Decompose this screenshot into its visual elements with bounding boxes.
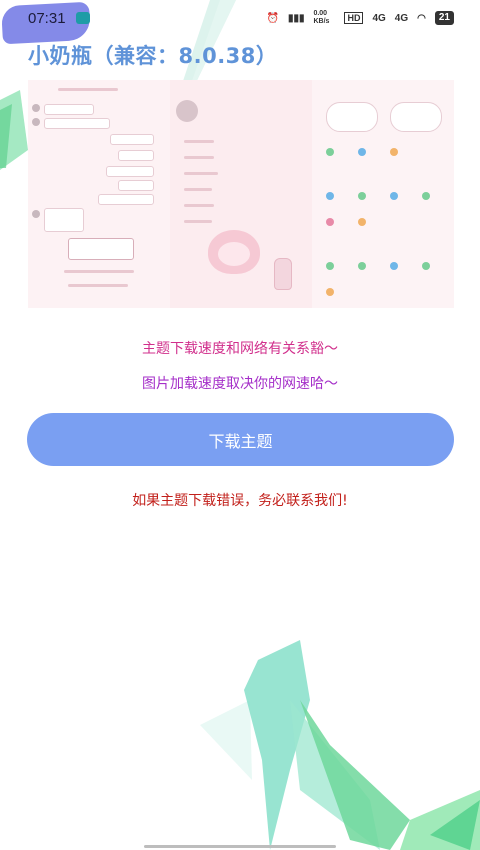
decorative-bottom-shapes <box>200 640 480 850</box>
hd-badge: HD <box>344 12 364 24</box>
alarm-icon: ⏰ <box>266 12 279 24</box>
nfc-icon: ▮▮▮ <box>287 12 305 24</box>
download-theme-button[interactable]: 下载主题 <box>27 413 454 466</box>
signal-1: 4G <box>372 12 386 24</box>
bear-face <box>218 242 250 266</box>
image-note: 图片加载速度取决你的网速哈～ <box>142 376 338 392</box>
status-icons: ⏰ ▮▮▮ 0.00 KB/s HD 4G 4G ◠ 21 <box>266 10 454 26</box>
theme-preview-image <box>28 80 454 308</box>
preview-chat-screen <box>28 80 171 308</box>
app-notification-icon <box>76 12 90 24</box>
status-bar: 07:31 ⏰ ▮▮▮ 0.00 KB/s HD 4G 4G ◠ 21 <box>0 0 480 45</box>
battery-icon: 21 <box>434 11 454 25</box>
bottle-illustration <box>274 258 292 290</box>
signal-2: 4G <box>394 12 409 24</box>
status-time: 07:31 <box>28 10 66 27</box>
network-speed: 0.00 KB/s <box>313 10 330 25</box>
page-title: 小奶瓶（兼容：8.0.38） <box>28 44 278 68</box>
preview-launcher-screen <box>312 80 454 308</box>
error-note: 如果主题下载错误，务必联系我们! <box>132 493 348 509</box>
speed-note: 主题下载速度和网络有关系豁～ <box>142 341 338 357</box>
home-indicator[interactable] <box>144 845 336 848</box>
wifi-icon: ◠ <box>417 12 426 24</box>
